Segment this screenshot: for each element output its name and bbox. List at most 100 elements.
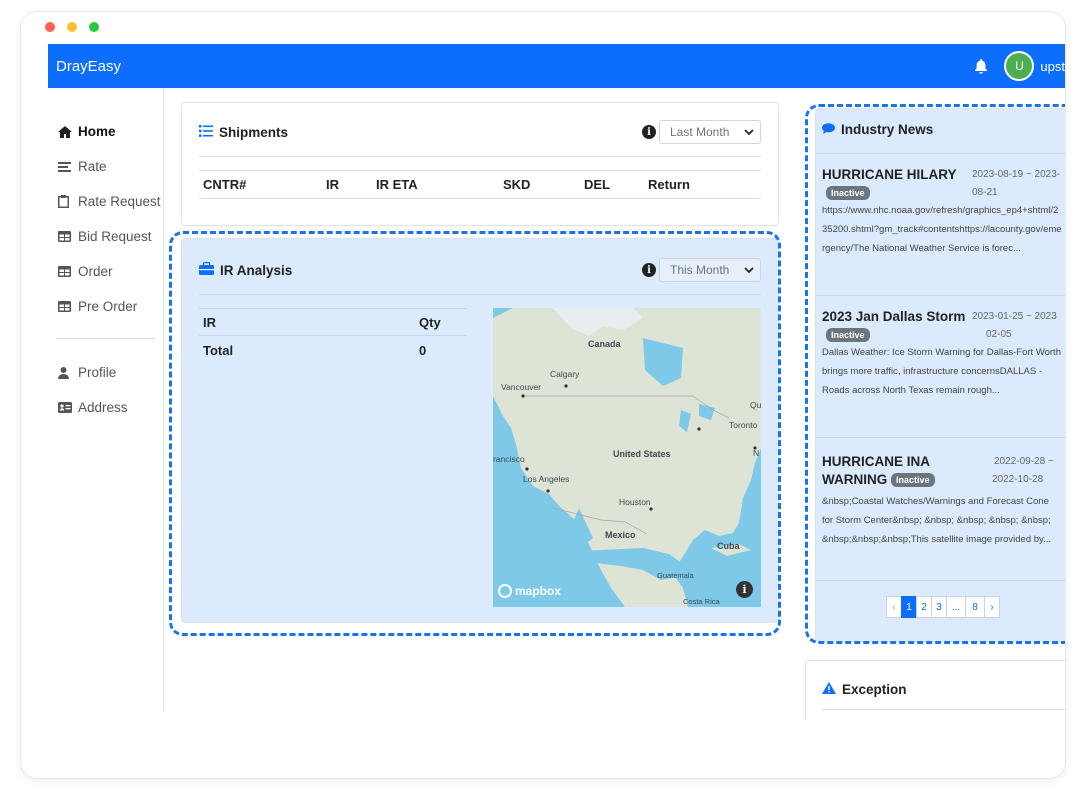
table-icon — [58, 301, 78, 312]
table-header-border — [199, 198, 761, 199]
column-header: CNTR# — [203, 177, 247, 192]
table-icon — [58, 266, 78, 277]
close-dot[interactable] — [45, 22, 55, 32]
news-item[interactable]: HURRICANE INA WARNING Inactive 2022-09-2… — [822, 454, 1065, 578]
pagination-page-2[interactable]: 2 — [916, 596, 932, 618]
sidebar-item-rate-request[interactable]: Rate Request — [48, 184, 163, 219]
total-label: Total — [203, 343, 234, 358]
sidebar-item-label: Rate — [78, 159, 107, 174]
sidebar-item-label: Rate Request — [78, 194, 161, 209]
news-title[interactable]: HURRICANE HILARY — [822, 167, 957, 182]
mapbox-logo[interactable]: mapbox — [498, 584, 561, 598]
map-label: Houston — [619, 497, 651, 507]
table-top-border — [199, 308, 467, 309]
map-label: N — [753, 448, 760, 458]
shipments-card: Shipments i Last Month CNTR# IR IR ETA S… — [181, 102, 779, 226]
divider — [822, 709, 1065, 710]
news-title[interactable]: 2023 Jan Dallas Storm — [822, 309, 965, 324]
status-badge: Inactive — [891, 473, 935, 488]
news-date-start: 2022-09-28 ~ — [994, 456, 1054, 467]
comment-icon — [822, 122, 835, 137]
ir-map[interactable]: Canada Calgary Vancouver Qu Toronto N Un… — [493, 308, 761, 607]
sidebar-item-label: Order — [78, 264, 113, 279]
shipments-title: Shipments — [199, 125, 288, 140]
ir-analysis-card: IR Analysis i This Month IR Qty Total 0 — [181, 238, 779, 623]
sidebar-item-home[interactable]: Home — [48, 114, 163, 149]
column-header: DEL — [584, 177, 610, 192]
divider — [816, 580, 1065, 581]
app-window: DrayEasy U upst Home Rate Rate Request B… — [21, 12, 1065, 778]
sidebar-item-profile[interactable]: Profile — [48, 355, 163, 390]
brand-logo[interactable]: DrayEasy — [48, 58, 968, 75]
map-label: Qu — [750, 400, 761, 410]
news-date-end: 08-21 — [972, 187, 998, 198]
news-status-wrap: Inactive — [826, 326, 870, 344]
map-label: Toronto — [729, 420, 758, 430]
map-info-icon[interactable]: i — [736, 581, 753, 598]
pagination-page-8[interactable]: 8 — [965, 596, 985, 618]
minimize-dot[interactable] — [67, 22, 77, 32]
info-icon[interactable]: i — [642, 263, 656, 277]
sidebar-item-label: Address — [78, 400, 128, 415]
home-icon — [58, 125, 78, 138]
divider — [199, 294, 761, 295]
status-badge: Inactive — [826, 185, 870, 200]
top-navbar: DrayEasy U upst — [48, 44, 1065, 88]
news-title-line1[interactable]: HURRICANE INA — [822, 454, 930, 469]
shipments-period-value: Last Month — [670, 125, 730, 139]
sidebar-item-bid-request[interactable]: Bid Request — [48, 219, 163, 254]
map-label: Vancouver — [501, 382, 542, 392]
divider — [816, 153, 1065, 154]
table-top-border — [199, 170, 761, 171]
map-label: Cuba — [717, 541, 740, 551]
pagination-page-1[interactable]: 1 — [901, 596, 917, 618]
news-body: &nbsp;Coastal Watches/Warnings and Forec… — [822, 496, 1052, 545]
window-controls — [45, 22, 99, 32]
user-icon — [58, 366, 78, 379]
map-label: Los Angeles — [523, 474, 570, 484]
ir-period-select[interactable]: This Month — [659, 258, 761, 282]
pagination-page-3[interactable]: 3 — [931, 596, 947, 618]
rate-icon — [58, 161, 78, 172]
sidebar-item-label: Bid Request — [78, 229, 152, 244]
user-name[interactable]: upst — [1040, 59, 1065, 74]
list-icon — [199, 125, 213, 140]
column-header: IR — [326, 177, 339, 192]
bell-icon[interactable] — [968, 58, 994, 74]
sidebar-item-label: Profile — [78, 365, 117, 380]
news-title-line2[interactable]: WARNING Inactive — [822, 472, 935, 488]
pagination-ellipsis[interactable]: ... — [946, 596, 966, 618]
sidebar-item-label: Home — [78, 124, 116, 139]
sidebar-item-order[interactable]: Order — [48, 254, 163, 289]
news-date-start: 2023-01-25 ~ 2023 — [972, 311, 1057, 322]
news-body: Dallas Weather: Ice Storm Warning for Da… — [822, 347, 1061, 396]
ir-analysis-title: IR Analysis — [199, 261, 293, 278]
column-header: IR ETA — [376, 177, 418, 192]
map-label: Mexico — [605, 530, 636, 540]
map-label: Calgary — [550, 369, 580, 379]
mapbox-text: mapbox — [515, 584, 562, 598]
maximize-dot[interactable] — [89, 22, 99, 32]
info-icon[interactable]: i — [642, 125, 656, 139]
ir-analysis-title-text: IR Analysis — [220, 262, 293, 278]
shipments-period-select[interactable]: Last Month — [659, 120, 761, 144]
news-pagination: ‹ 1 2 3 ... 8 › — [886, 596, 1000, 618]
news-date-end: 02-05 — [986, 329, 1012, 340]
pagination-prev[interactable]: ‹ — [886, 596, 902, 618]
shipments-title-text: Shipments — [219, 125, 289, 140]
news-item[interactable]: 2023 Jan Dallas Storm 2023-01-25 ~ 2023 … — [822, 309, 1065, 437]
column-header: Return — [648, 177, 690, 192]
divider — [816, 295, 1065, 296]
news-status-wrap: Inactive — [826, 184, 870, 202]
news-body: https://www.nhc.noaa.gov/refresh/graphic… — [822, 205, 1062, 254]
chevron-down-icon — [744, 263, 754, 277]
sidebar-item-address[interactable]: Address — [48, 390, 163, 425]
sidebar-item-rate[interactable]: Rate — [48, 149, 163, 184]
news-item[interactable]: HURRICANE HILARY 2023-08-19 ~ 2023- Inac… — [822, 167, 1065, 295]
avatar[interactable]: U — [1004, 51, 1035, 81]
mapbox-icon — [498, 584, 512, 598]
map-label: United States — [613, 449, 671, 459]
sidebar: Home Rate Rate Request Bid Request Order… — [48, 88, 164, 711]
sidebar-item-pre-order[interactable]: Pre Order — [48, 289, 163, 324]
pagination-next[interactable]: › — [984, 596, 1000, 618]
